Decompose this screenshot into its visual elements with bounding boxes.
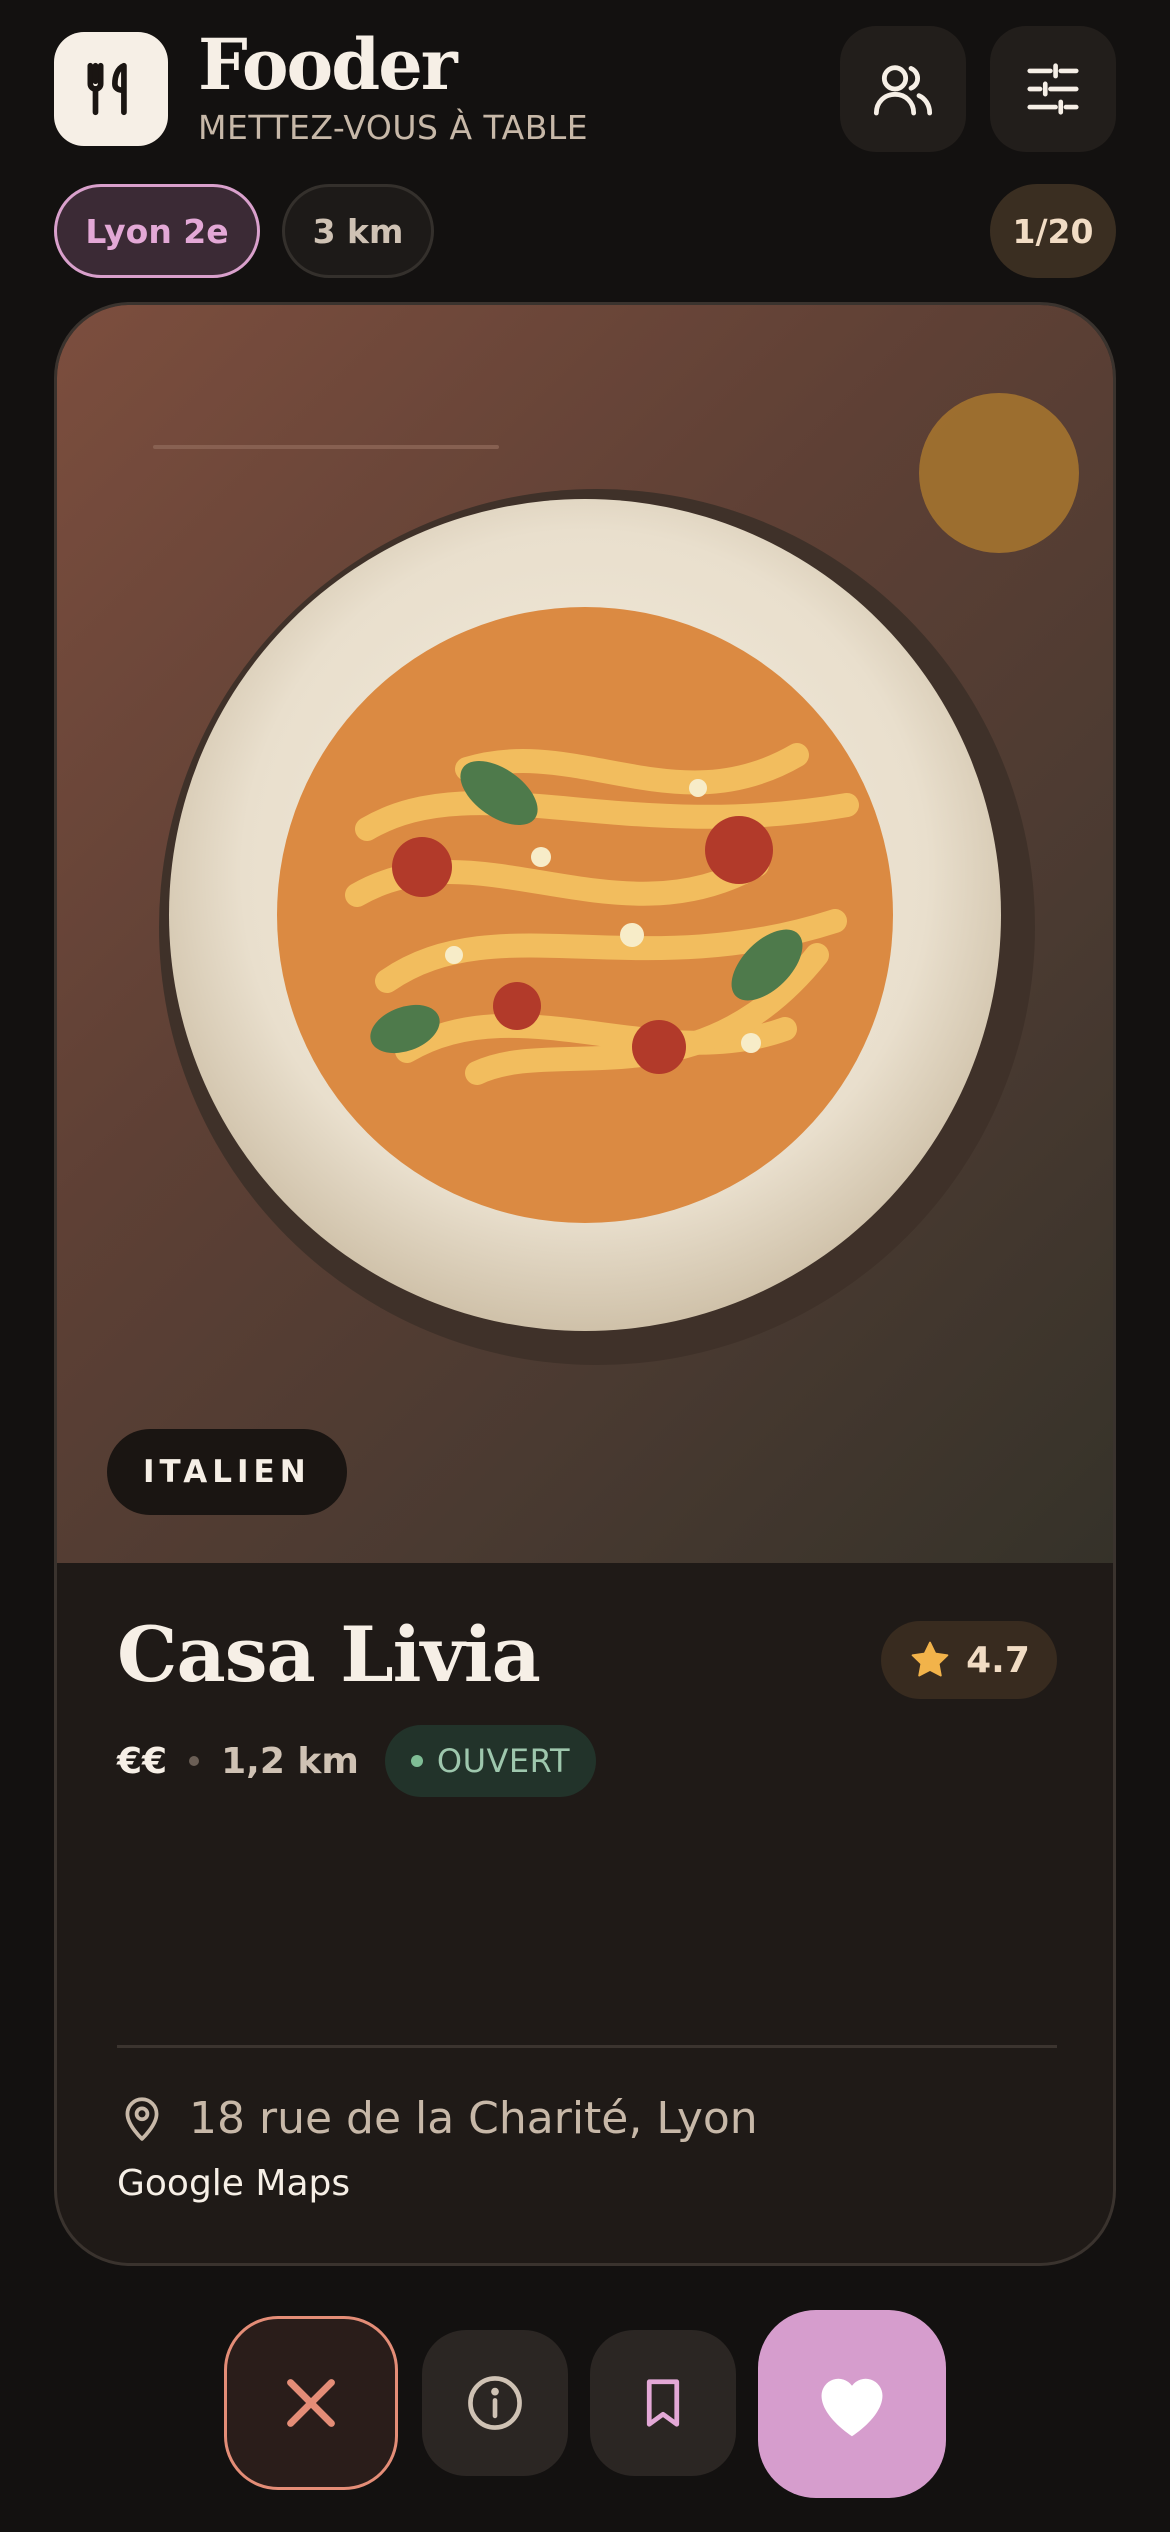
rating-value: 4.7: [966, 1639, 1030, 1681]
price-level: €€: [117, 1740, 168, 1782]
bookmark-button[interactable]: [590, 2330, 736, 2476]
bookmark-icon: [646, 2379, 680, 2427]
status-text: OUVERT: [436, 1742, 571, 1780]
divider: [117, 2045, 1057, 2048]
cuisine-tag: ITALIEN: [107, 1429, 347, 1515]
card-counter: 1/20: [990, 184, 1116, 278]
reject-button[interactable]: [224, 2316, 398, 2490]
app-tagline: METTEZ-VOUS À TABLE: [198, 108, 589, 147]
like-button[interactable]: [758, 2310, 946, 2498]
dish-illustration: [57, 305, 1113, 1563]
restaurant-name: Casa Livia: [117, 1610, 541, 1699]
heart-icon: [821, 2378, 883, 2437]
google-maps-link[interactable]: Google Maps: [117, 2163, 350, 2204]
app-logo: [54, 32, 168, 146]
sliders-icon: [1027, 63, 1079, 115]
radius-chip[interactable]: 3 km: [282, 184, 434, 278]
address-row: 18 rue de la Charité, Lyon: [117, 2083, 758, 2153]
rating-badge: 4.7: [881, 1621, 1057, 1699]
app-title: Fooder: [198, 23, 458, 106]
fork-knife-icon: [87, 62, 127, 116]
restaurant-card[interactable]: ITALIEN Casa Livia 4.7 €€ 1,2 km OUVERT …: [54, 302, 1116, 2266]
filters-button[interactable]: [990, 26, 1116, 152]
close-icon: [287, 2379, 335, 2427]
star-icon: [911, 1641, 949, 1677]
users-icon: [873, 65, 933, 116]
meta-row: €€ 1,2 km OUVERT: [117, 1725, 597, 1797]
status-dot: [410, 1755, 423, 1767]
profile-button[interactable]: [840, 26, 966, 152]
distance-text: 1,2 km: [221, 1740, 359, 1782]
address-text: 18 rue de la Charité, Lyon: [189, 2092, 758, 2144]
location-chip[interactable]: Lyon 2e: [54, 184, 260, 278]
info-icon: [468, 2376, 522, 2430]
info-button[interactable]: [422, 2330, 568, 2476]
separator-dot: [189, 1756, 200, 1766]
status-badge: OUVERT: [384, 1725, 597, 1797]
map-pin-icon: [125, 2097, 159, 2141]
